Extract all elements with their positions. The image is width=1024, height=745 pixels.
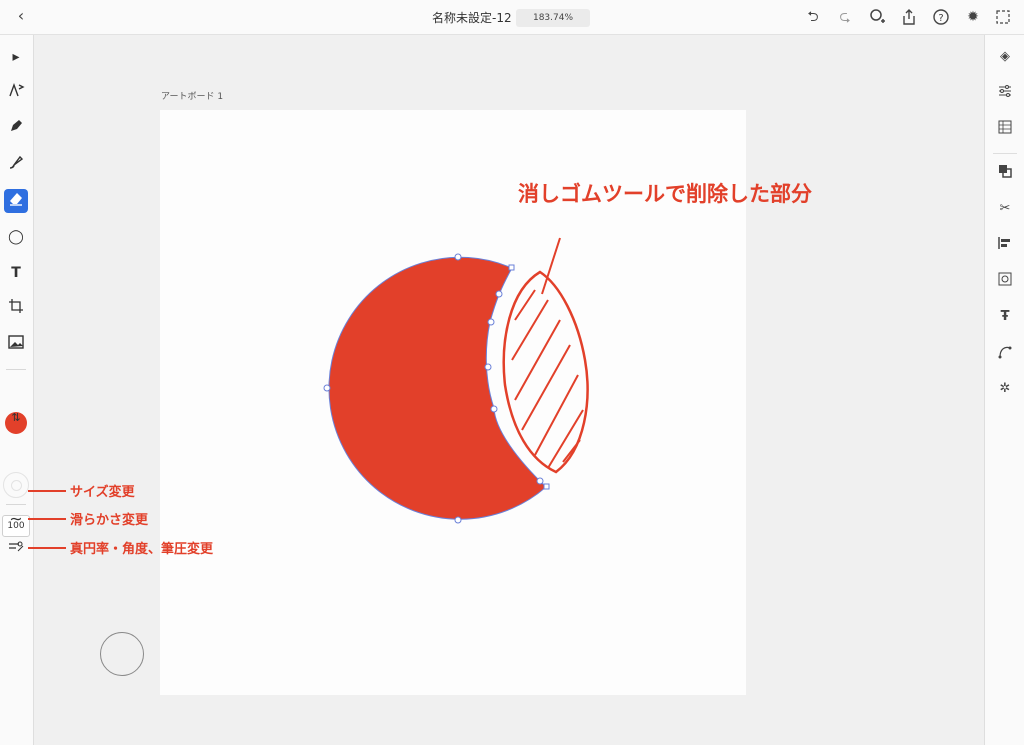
annotation-leader-line (541, 237, 561, 295)
canvas-artwork (28, 237, 589, 549)
touch-shortcut-circle[interactable] (100, 632, 144, 676)
smooth-annotation: 滑らかさ変更 (70, 513, 149, 528)
eraser-annotation: 消しゴムツールで削除した部分 (518, 182, 812, 206)
red-crescent-shape (328, 256, 547, 520)
roundness-annotation: 真円率・角度、筆圧変更 (70, 542, 214, 557)
size-annotation: サイズ変更 (70, 485, 135, 500)
